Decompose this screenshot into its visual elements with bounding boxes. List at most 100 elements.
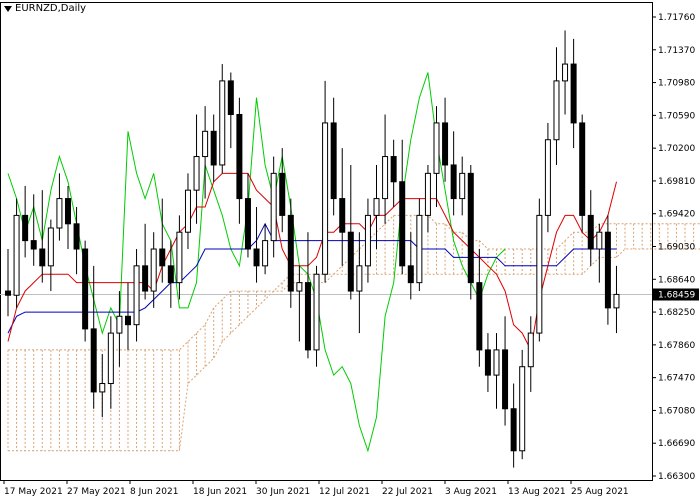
candle-body[interactable] — [390, 156, 397, 183]
candle-body[interactable] — [30, 240, 37, 250]
current-price-label: 1.68459 — [658, 291, 695, 301]
candle-body[interactable] — [227, 80, 234, 116]
candle-body[interactable] — [176, 231, 183, 284]
price-axis-label: 1.68250 — [658, 308, 695, 318]
candle-body[interactable] — [82, 248, 89, 330]
price-axis-label: 1.71760 — [658, 13, 695, 23]
symbol-title: EURNZD,Daily — [4, 3, 86, 14]
time-axis-label: 30 Jun 2021 — [256, 487, 310, 497]
time-axis-label: 13 Aug 2021 — [508, 487, 566, 497]
time-axis-label: 3 Aug 2021 — [445, 487, 497, 497]
candle-body[interactable] — [39, 248, 46, 267]
candle-body[interactable] — [73, 223, 80, 250]
candle-body[interactable] — [22, 214, 29, 242]
candle-body[interactable] — [613, 293, 620, 309]
candle-body[interactable] — [116, 315, 123, 334]
candle-body[interactable] — [90, 328, 97, 393]
price-axis-label: 1.67470 — [658, 374, 695, 384]
candle-body[interactable] — [459, 172, 466, 200]
candle-body[interactable] — [270, 172, 277, 242]
candle-body[interactable] — [433, 122, 440, 174]
candle-body[interactable] — [510, 408, 517, 452]
candle-body[interactable] — [262, 240, 269, 267]
time-axis-label: 12 Jul 2021 — [319, 487, 370, 497]
candle-body[interactable] — [536, 214, 543, 334]
price-chart[interactable]: 1.71760 1.71370 1.70980 1.70590 1.70200 1.698… — [0, 0, 700, 500]
triangle-down-icon[interactable] — [4, 5, 12, 12]
time-axis-label: 8 Jun 2021 — [130, 487, 178, 497]
candle-body[interactable] — [356, 265, 363, 292]
candle-body[interactable] — [159, 248, 166, 267]
candle-body[interactable] — [424, 172, 431, 216]
candle-body[interactable] — [56, 198, 63, 229]
candle-body[interactable] — [219, 80, 226, 166]
candle-body[interactable] — [484, 349, 491, 376]
chart-window[interactable]: 1.71760 1.71370 1.70980 1.70590 1.70200 1.698… — [0, 0, 700, 500]
candle-body[interactable] — [382, 156, 389, 200]
price-axis-label: 1.70980 — [658, 79, 695, 89]
candle-body[interactable] — [476, 282, 483, 351]
candle-body[interactable] — [193, 156, 200, 191]
candle-body[interactable] — [322, 122, 329, 275]
candle-body[interactable] — [236, 114, 243, 200]
candle-body[interactable] — [364, 214, 371, 267]
candle-body[interactable] — [407, 265, 414, 284]
candle-body[interactable] — [142, 265, 149, 292]
price-axis-label: 1.69030 — [658, 243, 695, 253]
candle-body[interactable] — [339, 198, 346, 233]
candle-body[interactable] — [13, 214, 20, 296]
candle-body[interactable] — [553, 80, 560, 141]
candle-body[interactable] — [373, 198, 380, 216]
candle-body[interactable] — [210, 130, 217, 166]
candle-body[interactable] — [296, 282, 303, 292]
candle-body[interactable] — [579, 122, 586, 216]
candle-body[interactable] — [133, 265, 140, 326]
candle-body[interactable] — [107, 332, 114, 385]
price-axis-label: 1.68640 — [658, 275, 695, 285]
candle-body[interactable] — [5, 290, 11, 296]
candle-body[interactable] — [167, 265, 174, 284]
candle-body[interactable] — [184, 189, 191, 233]
candle-body[interactable] — [287, 214, 294, 292]
candle-body[interactable] — [502, 349, 509, 410]
candle-body[interactable] — [124, 315, 131, 326]
candle-body[interactable] — [527, 332, 534, 368]
candle-body[interactable] — [47, 227, 54, 267]
price-axis-label: 1.71370 — [658, 46, 695, 56]
price-axis-label: 1.66300 — [658, 472, 695, 482]
candle-body[interactable] — [587, 214, 594, 250]
candle-body[interactable] — [399, 181, 406, 267]
candle-body[interactable] — [244, 198, 251, 250]
candle-body[interactable] — [304, 282, 311, 351]
price-axis-label: 1.69810 — [658, 177, 695, 187]
candle-body[interactable] — [519, 366, 526, 452]
candle-body[interactable] — [604, 231, 611, 309]
candle-body[interactable] — [562, 63, 569, 82]
candle-body[interactable] — [279, 172, 286, 216]
candle-body[interactable] — [416, 214, 423, 284]
symbol-title-text: EURNZD,Daily — [15, 3, 87, 14]
candle-body[interactable] — [347, 231, 354, 292]
candle-body[interactable] — [330, 122, 337, 200]
time-axis-label: 18 Jun 2021 — [193, 487, 247, 497]
price-axis-label: 1.70590 — [658, 111, 695, 121]
candle-body[interactable] — [253, 248, 260, 267]
candle-body[interactable] — [467, 172, 474, 284]
time-axis-label: 17 May 2021 — [4, 487, 63, 497]
candle-body[interactable] — [150, 248, 157, 292]
candle-body[interactable] — [596, 231, 603, 250]
candle-body[interactable] — [493, 349, 500, 376]
price-axis-label: 1.69420 — [658, 210, 695, 220]
candle-body[interactable] — [64, 198, 71, 225]
price-axis-label: 1.67080 — [658, 406, 695, 416]
candle-body[interactable] — [544, 139, 551, 216]
price-axis-label: 1.66690 — [658, 439, 695, 449]
price-axis-label: 1.67860 — [658, 341, 695, 351]
candle-body[interactable] — [202, 130, 209, 158]
candle-body[interactable] — [313, 273, 320, 351]
candle-body[interactable] — [99, 383, 106, 393]
candle-body[interactable] — [450, 164, 457, 200]
time-axis-label: 22 Jul 2021 — [382, 487, 433, 497]
candle-body[interactable] — [442, 122, 449, 166]
candle-body[interactable] — [570, 63, 577, 124]
